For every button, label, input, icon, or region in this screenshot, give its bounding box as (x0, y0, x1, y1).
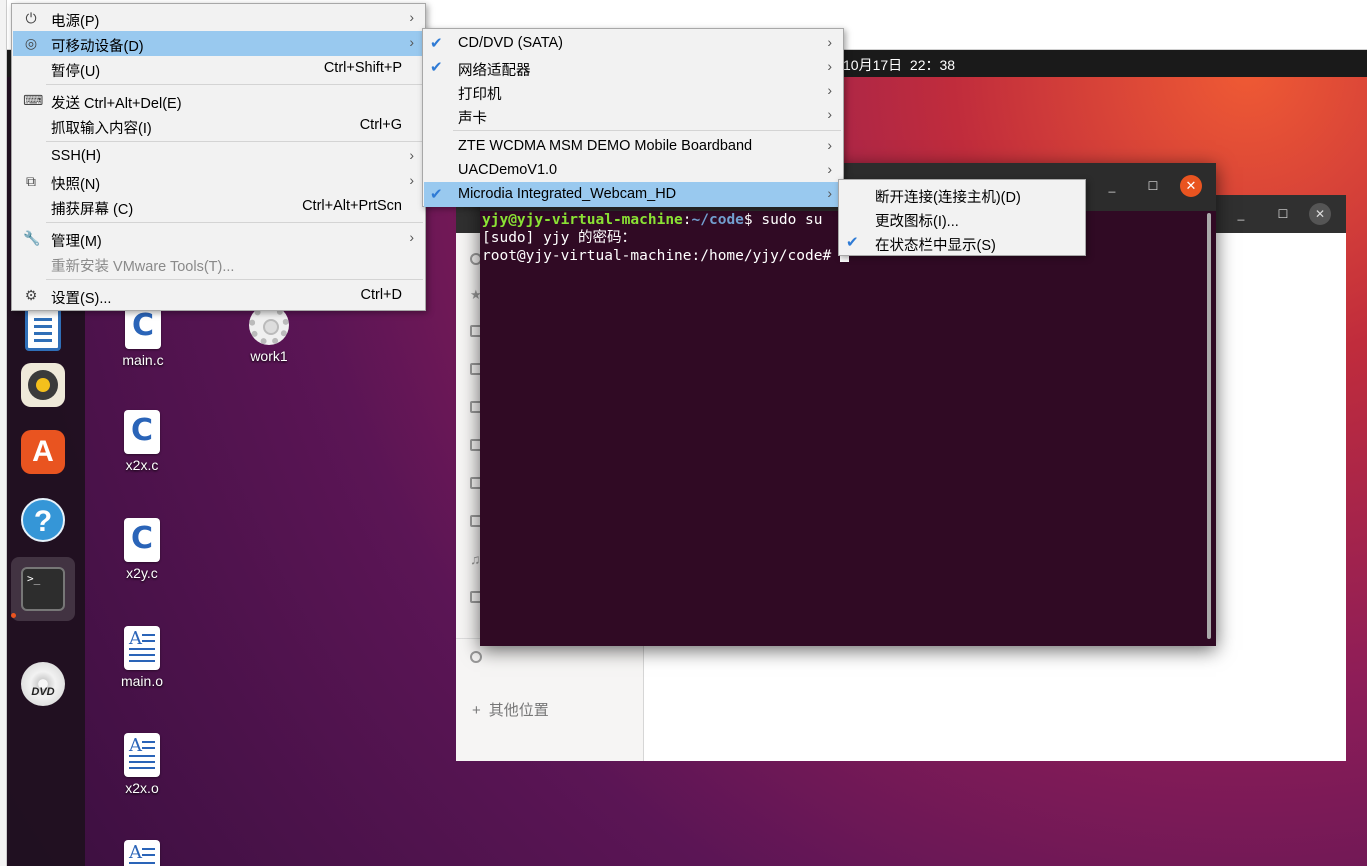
chevron-right-icon: › (409, 34, 414, 50)
minimize-icon[interactable]: _ (1228, 201, 1254, 227)
menu-item-printer[interactable]: 打印机 › (424, 79, 842, 104)
c-source-file-icon: C (124, 410, 160, 454)
c-source-file-icon: C (124, 518, 160, 562)
menu-separator (46, 141, 423, 142)
chevron-right-icon: › (827, 58, 832, 74)
menu-item-uacdemo[interactable]: UACDemoV1.0 › (424, 158, 842, 183)
removable-devices-submenu: ✔ CD/DVD (SATA) › ✔ 网络适配器 › 打印机 › 声卡 › Z… (422, 28, 844, 207)
file-label: work1 (250, 348, 288, 364)
menu-item-snapshot[interactable]: ⧉ 快照(N) › (13, 169, 424, 194)
chevron-right-icon: › (827, 185, 832, 201)
removable-devices-icon: ◎ (24, 35, 38, 51)
chevron-right-icon: › (409, 9, 414, 25)
desktop-file-main-c[interactable]: C main.c (113, 305, 173, 368)
chevron-right-icon: › (409, 172, 414, 188)
object-file-icon: A (124, 626, 160, 670)
shortcut-label: Ctrl+D (360, 287, 403, 303)
menu-item-sound-card[interactable]: 声卡 › (424, 103, 842, 128)
file-label: x2x.c (125, 457, 159, 473)
dvd-icon[interactable]: DVD (21, 662, 65, 706)
chevron-right-icon: › (827, 137, 832, 153)
snapshot-icon: ⧉ (26, 173, 36, 189)
plus-icon: + (472, 702, 481, 719)
chevron-right-icon: › (409, 229, 414, 245)
gear-icon (249, 305, 289, 345)
power-icon: ⏻ (25, 10, 37, 26)
menu-separator (46, 84, 423, 85)
file-label: main.o (120, 673, 164, 689)
menu-item-grab-input[interactable]: 抓取输入内容(I) Ctrl+G (13, 113, 424, 138)
shortcut-label: Ctrl+Shift+P (323, 60, 402, 76)
writer-icon[interactable] (25, 307, 61, 351)
running-indicator (11, 613, 16, 618)
desktop-file-x2y-c[interactable]: C x2y.c (112, 518, 172, 581)
shortcut-label: Ctrl+Alt+PrtScn (302, 198, 402, 214)
minimize-icon[interactable]: _ (1101, 175, 1123, 197)
desktop-folder-work1[interactable]: work1 (239, 305, 299, 364)
menu-separator (453, 130, 841, 131)
wrench-icon: 🔧 (23, 230, 41, 246)
close-icon[interactable]: ✕ (1309, 203, 1331, 225)
menu-item-change-icon[interactable]: 更改图标(I)... (840, 206, 1084, 231)
menu-item-reinstall-vmware-tools: 重新安装 VMware Tools(T)... (51, 259, 235, 275)
c-source-file-icon: C (125, 305, 161, 349)
scrollbar[interactable] (1207, 213, 1211, 639)
menu-item-pause[interactable]: 暂停(U) Ctrl+Shift+P (13, 56, 424, 81)
checkmark-icon: ✔ (430, 186, 443, 203)
menu-item-power[interactable]: ⏻ 电源(P) › (13, 6, 424, 31)
checkmark-icon: ✔ (846, 234, 859, 251)
terminal-icon[interactable]: >_ (21, 567, 65, 611)
terminal-output[interactable]: yjy@yjy-virtual-machine:~/code$ sudo su … (482, 211, 1204, 644)
menu-item-manage[interactable]: 🔧 管理(M) › (13, 226, 424, 251)
chevron-right-icon: › (827, 161, 832, 177)
menu-item-ssh[interactable]: SSH(H) › (13, 144, 424, 169)
rhythmbox-icon[interactable] (21, 363, 65, 407)
vmware-host-left-border (0, 0, 7, 866)
file-label: main.c (122, 352, 164, 368)
chevron-right-icon: › (409, 147, 414, 163)
menu-separator (46, 279, 423, 280)
desktop-file-x2x-o[interactable]: A x2x.o (112, 733, 172, 796)
menu-item-cd-dvd[interactable]: ✔ CD/DVD (SATA) › (424, 31, 842, 56)
file-label: x2y.c (126, 565, 158, 581)
keyboard-icon: ⌨ (23, 92, 44, 108)
object-file-icon: A (124, 733, 160, 777)
checkmark-icon: ✔ (430, 35, 443, 52)
desktop-file-main-o[interactable]: A main.o (112, 626, 172, 689)
maximize-icon[interactable]: ☐ (1270, 201, 1296, 227)
vm-menu: ⏻ 电源(P) › ◎ 可移动设备(D) › 暂停(U) Ctrl+Shift+… (11, 3, 426, 311)
sidebar-item-other-locations[interactable]: + 其他位置 (472, 699, 557, 720)
help-icon[interactable]: ? (21, 498, 65, 542)
close-icon[interactable]: ✕ (1180, 175, 1202, 197)
drive-icon[interactable] (470, 651, 482, 663)
settings-icon: ⚙ (24, 287, 38, 303)
chevron-right-icon: › (827, 34, 832, 50)
menu-item-zte-wcdma[interactable]: ZTE WCDMA MSM DEMO Mobile Boardband › (424, 134, 842, 159)
menu-item-settings[interactable]: ⚙ 设置(S)... Ctrl+D (13, 283, 424, 308)
file-label: x2x.o (125, 780, 159, 796)
checkmark-icon: ✔ (430, 59, 443, 76)
sidebar-item-label: 其他位置 (488, 702, 549, 719)
clock[interactable]: 10月17日 22：38 (843, 55, 955, 75)
menu-item-microdia-webcam[interactable]: ✔ Microdia Integrated_Webcam_HD › (424, 182, 842, 207)
shortcut-label: Ctrl+G (359, 117, 402, 133)
webcam-submenu: 断开连接(连接主机)(D) 更改图标(I)... ✔ 在状态栏中显示(S) (838, 179, 1086, 256)
menu-separator (46, 222, 423, 223)
chevron-right-icon: › (827, 82, 832, 98)
menu-item-show-in-statusbar[interactable]: ✔ 在状态栏中显示(S) (840, 230, 1084, 255)
software-store-icon[interactable]: A (21, 430, 65, 474)
chevron-right-icon: › (827, 106, 832, 122)
menu-item-send-ctrl-alt-del[interactable]: ⌨ 发送 Ctrl+Alt+Del(E) (13, 88, 424, 113)
desktop-file-x2x-c[interactable]: C x2x.c (112, 410, 172, 473)
desktop-file-partial[interactable]: A (112, 840, 172, 866)
object-file-icon: A (124, 840, 160, 866)
menu-item-removable-devices[interactable]: ◎ 可移动设备(D) › (13, 31, 424, 56)
menu-item-network-adapter[interactable]: ✔ 网络适配器 › (424, 55, 842, 80)
menu-item-disconnect[interactable]: 断开连接(连接主机)(D) (840, 182, 1084, 207)
menu-item-capture-screen[interactable]: 捕获屏幕 (C) Ctrl+Alt+PrtScn (13, 194, 424, 219)
maximize-icon[interactable]: ☐ (1142, 175, 1164, 197)
